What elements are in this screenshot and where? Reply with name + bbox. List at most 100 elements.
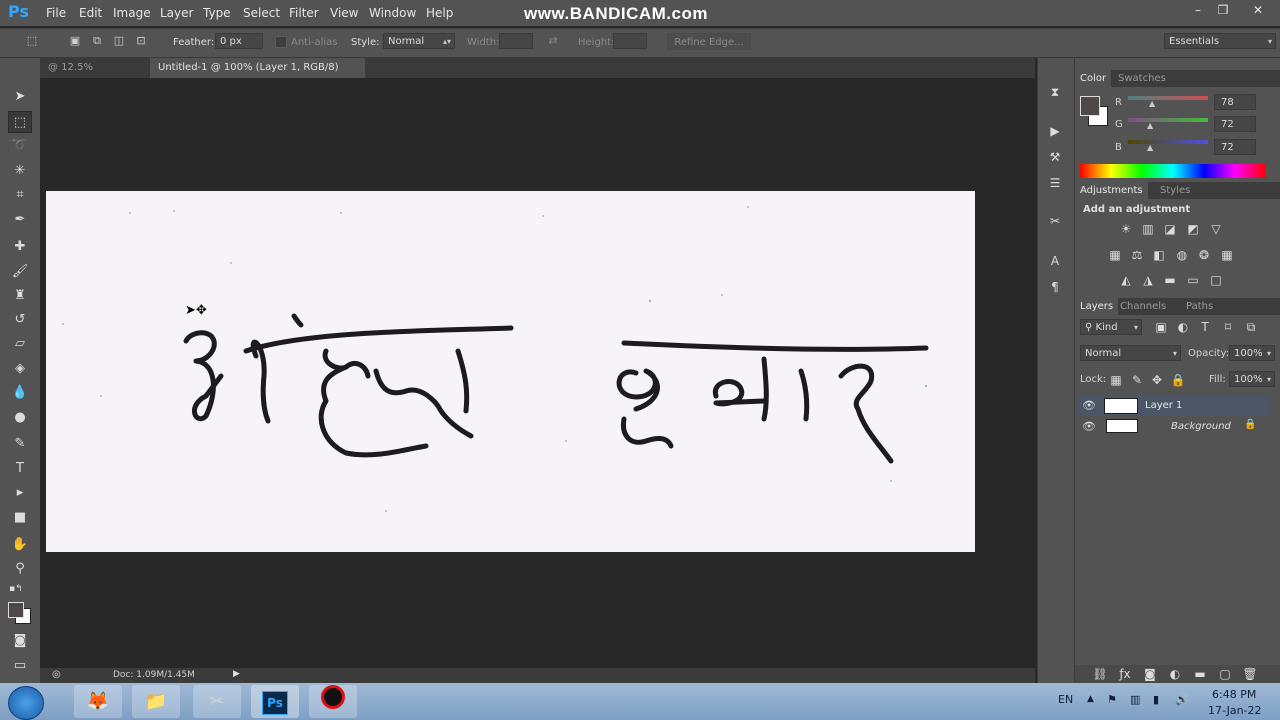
color-balance-icon[interactable]: ⚖ [1129,248,1145,262]
brush-tool-icon[interactable]: 🖌 [8,261,32,283]
menu-select[interactable]: Select [243,6,280,20]
layer-name[interactable]: Layer 1 [1145,400,1182,411]
menu-edit[interactable]: Edit [79,6,102,20]
type-tool-icon[interactable]: T [8,458,32,480]
opacity-input[interactable]: 100% ▾ [1229,345,1275,361]
exposure-icon[interactable]: ◩ [1185,222,1201,236]
bandicam-taskbar-icon[interactable] [309,685,357,718]
new-layer-icon[interactable]: ▢ [1217,667,1233,681]
zoom-tool-icon[interactable]: ⚲ [8,558,32,580]
fx-icon[interactable]: ƒx [1117,667,1133,681]
filter-pixel-icon[interactable]: ▣ [1153,320,1169,334]
hue-saturation-icon[interactable]: ▦ [1107,248,1123,262]
lock-pixels-icon[interactable]: ✎ [1129,373,1145,387]
channel-g-value[interactable]: 72 [1214,116,1256,132]
brightness-icon[interactable]: ☀ [1118,222,1134,236]
threshold-icon[interactable]: ▬ [1162,273,1178,287]
history-brush-tool-icon[interactable]: ↺ [8,309,32,331]
filter-type-icon[interactable]: T [1197,320,1213,334]
filter-adjustment-icon[interactable]: ◐ [1175,320,1191,334]
lock-all-icon[interactable]: 🔒 [1170,373,1186,387]
vibrance-icon[interactable]: ▽ [1208,222,1224,236]
menu-file[interactable]: File [46,6,66,20]
height-input[interactable] [613,33,647,49]
brush-panel-icon[interactable]: ✂ [1046,213,1064,229]
lock-transparent-icon[interactable]: ▦ [1108,373,1124,387]
file-explorer-taskbar-icon[interactable]: 📁 [132,685,180,718]
channel-b-value[interactable]: 72 [1214,139,1256,155]
menu-window[interactable]: Window [369,6,416,20]
eye-icon[interactable]: 👁 [1082,420,1096,433]
channel-g-slider[interactable] [1128,118,1208,122]
link-layers-icon[interactable]: ⛓ [1092,667,1108,681]
network-icon[interactable]: ▥ [1130,693,1140,706]
rectangle-tool-icon[interactable]: ■ [8,507,32,529]
tab-layers[interactable]: Layers [1075,298,1119,315]
menu-type[interactable]: Type [203,6,231,20]
tab-adjustments[interactable]: Adjustments [1075,182,1148,199]
quick-mask-icon[interactable]: ◙ [8,630,32,652]
tab-document-1[interactable]: @ 12.5% (RGB/8#)× [40,58,150,93]
eraser-tool-icon[interactable]: ▱ [8,333,32,355]
show-hidden-icons-icon[interactable]: ▲ [1087,694,1094,704]
layer-filter-select[interactable]: ⚲ Kind ▾ [1080,319,1142,335]
black-white-icon[interactable]: ◧ [1151,248,1167,262]
curves-icon[interactable]: ◪ [1162,222,1178,236]
width-input[interactable] [499,33,533,49]
tab-document-2[interactable]: Untitled-1 @ 100% (Layer 1, RGB/8) *× [150,58,365,93]
fill-input[interactable]: 100% ▾ [1229,371,1275,387]
channel-b-slider[interactable] [1128,140,1208,144]
style-select[interactable]: Normal ▴▾ [383,33,455,49]
hand-tool-icon[interactable]: ✋ [8,534,32,556]
start-button-icon[interactable] [8,686,44,720]
eyedropper-tool-icon[interactable]: ✒ [8,209,32,231]
slider-thumb-icon[interactable]: ▲ [1149,99,1155,108]
properties-panel-icon[interactable]: ☰ [1046,175,1064,191]
subtract-selection-icon[interactable]: ◫ [112,35,126,47]
menu-filter[interactable]: Filter [289,6,319,20]
tab-styles[interactable]: Styles [1155,182,1195,199]
minimize-button[interactable]: – [1187,3,1209,19]
layer-row-layer-1[interactable]: 👁 Layer 1 [1077,396,1269,416]
menu-help[interactable]: Help [426,6,453,20]
intersect-selection-icon[interactable]: ⊡ [134,35,148,47]
menu-view[interactable]: View [330,6,358,20]
menu-layer[interactable]: Layer [160,6,193,20]
marquee-preset-icon[interactable]: ⬚ [24,35,40,47]
antialias-checkbox[interactable] [275,36,287,48]
language-indicator[interactable]: EN [1058,693,1073,706]
zoom-icon[interactable]: ◎ [52,669,61,680]
color-lookup-icon[interactable]: ▦ [1219,248,1235,262]
workspace-select[interactable]: Essentials ▾ [1164,33,1276,49]
crop-tool-icon[interactable]: ⌗ [8,184,32,206]
dodge-tool-icon[interactable]: ● [8,407,32,429]
path-selection-tool-icon[interactable]: ▸ [8,482,32,504]
tab-swatches[interactable]: Swatches [1113,70,1171,87]
foreground-color-chip[interactable] [1080,96,1100,116]
tab-channels[interactable]: Channels [1115,298,1171,315]
clone-stamp-tool-icon[interactable]: ♜ [8,285,32,307]
character-panel-icon[interactable]: A [1046,253,1064,269]
invert-icon[interactable]: ◭ [1118,273,1134,287]
color-spectrum-bar[interactable] [1080,164,1266,178]
add-mask-icon[interactable]: ◙ [1142,667,1158,681]
filter-shape-icon[interactable]: ⌑ [1220,320,1236,334]
rectangular-marquee-tool-icon[interactable]: ⬚ [8,111,32,133]
snipping-tool-taskbar-icon[interactable]: ✂ [193,685,241,718]
close-button[interactable]: ✕ [1247,3,1269,19]
default-colors-icon[interactable]: ▪↰ [9,584,23,594]
slider-thumb-icon[interactable]: ▲ [1147,121,1153,130]
photo-filter-icon[interactable]: ◍ [1174,248,1190,262]
gradient-map-icon[interactable]: ▭ [1185,273,1201,287]
swap-icon[interactable]: ⇄ [546,35,560,47]
screen-mode-icon[interactable]: ▭ [8,655,32,677]
clock-time[interactable]: 6:48 PM [1212,688,1256,701]
slider-thumb-icon[interactable]: ▲ [1147,143,1153,152]
posterize-icon[interactable]: ◮ [1140,273,1156,287]
clock-date[interactable]: 17-Jan-22 [1208,704,1262,717]
blend-mode-select[interactable]: Normal ▾ [1080,345,1181,361]
refine-edge-button[interactable]: Refine Edge... [667,33,751,50]
filter-smart-icon[interactable]: ⧉ [1243,320,1259,334]
restore-button[interactable]: ❐ [1212,3,1234,19]
new-adjustment-layer-icon[interactable]: ◐ [1167,667,1183,681]
